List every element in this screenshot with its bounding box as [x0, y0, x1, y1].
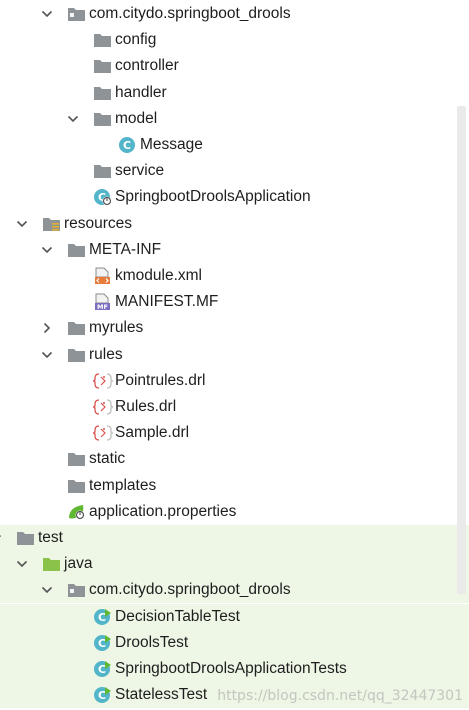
- manifest-file-icon: MF: [93, 289, 113, 315]
- tree-node-label: test: [38, 529, 63, 546]
- tree-node-label: application.properties: [89, 502, 237, 520]
- tree-node-kmodule-xml[interactable]: kmodule.xml: [0, 263, 469, 289]
- tree-node-label: StatelessTest: [115, 686, 208, 704]
- tree-node-label: MANIFEST.MF: [115, 293, 219, 311]
- test-class-icon: C: [93, 604, 113, 630]
- folder-icon: [93, 80, 113, 106]
- svg-text:C: C: [98, 637, 106, 650]
- tree-node-label: com.citydo.springboot_drools: [89, 5, 291, 22]
- tree-node-com-citydo-springboot-drools[interactable]: com.citydo.springboot_drools: [0, 577, 469, 604]
- chevron-down-icon[interactable]: [16, 211, 30, 237]
- chevron-down-icon[interactable]: [67, 106, 81, 132]
- tree-node-label: handler: [115, 83, 167, 101]
- tree-node-manifest-mf[interactable]: MF MANIFEST.MF: [0, 289, 469, 315]
- tree-node-rules-drl[interactable]: Rules.drl: [0, 394, 469, 420]
- tree-node-label: SpringbootDroolsApplication: [115, 188, 311, 206]
- tree-node-label: myrules: [89, 319, 144, 337]
- test-class-icon: C: [93, 656, 113, 682]
- folder-icon: [67, 446, 87, 472]
- svg-text:MF: MF: [97, 303, 108, 311]
- drl-file-icon: [93, 394, 113, 420]
- tree-node-label: DroolsTest: [115, 633, 189, 651]
- tree-node-label: META-INF: [89, 240, 162, 258]
- tree-node-static[interactable]: static: [0, 446, 469, 472]
- folder-icon: [67, 342, 87, 368]
- folder-icon: [93, 106, 113, 132]
- tree-node-label: Rules.drl: [115, 398, 177, 415]
- tree-node-sample-drl[interactable]: Sample.drl: [0, 420, 469, 446]
- test-source-folder-icon: [42, 551, 62, 577]
- tree-node-label: controller: [115, 57, 179, 75]
- tree-node-myrules[interactable]: myrules: [0, 315, 469, 341]
- tree-node-label: java: [64, 555, 93, 573]
- tree-node-label: service: [115, 162, 165, 180]
- tree-node-config[interactable]: config: [0, 27, 469, 53]
- tree-node-model[interactable]: model: [0, 106, 469, 132]
- tree-node-label: static: [89, 450, 126, 468]
- tree-node-application-properties[interactable]: application.properties: [0, 499, 469, 525]
- project-tree: com.citydo.springboot_drools config contro…: [0, 0, 469, 710]
- tree-node-label: model: [115, 109, 158, 127]
- svg-text:C: C: [98, 689, 106, 702]
- tree-node-com-citydo-springboot-drools[interactable]: com.citydo.springboot_drools: [0, 1, 469, 27]
- chevron-down-icon[interactable]: [41, 577, 55, 603]
- class-icon: C: [118, 132, 138, 158]
- test-class-icon: C: [93, 630, 113, 656]
- tree-node-label: config: [115, 31, 157, 49]
- chevron-down-icon[interactable]: [41, 237, 55, 263]
- tree-node-label: kmodule.xml: [115, 267, 202, 284]
- tree-node-controller[interactable]: controller: [0, 53, 469, 79]
- svg-text:C: C: [98, 663, 106, 676]
- chevron-down-icon[interactable]: [41, 342, 55, 368]
- vertical-scrollbar[interactable]: [457, 106, 466, 594]
- tree-node-springbootdroolsapplication[interactable]: C SpringbootDroolsApplication: [0, 184, 469, 210]
- folder-icon: [67, 315, 87, 341]
- chevron-right-icon[interactable]: [41, 315, 55, 341]
- spring-properties-icon: [67, 499, 87, 525]
- svg-text:C: C: [123, 139, 131, 152]
- tree-node-handler[interactable]: handler: [0, 80, 469, 106]
- folder-icon: [93, 158, 113, 184]
- tree-node-label: DecisionTableTest: [115, 607, 240, 625]
- package-icon: [67, 577, 87, 603]
- spring-boot-class-icon: C: [93, 184, 113, 210]
- watermark: https://blog.csdn.net/qq_32447301: [217, 688, 463, 704]
- folder-icon: [93, 27, 113, 53]
- tree-node-meta-inf[interactable]: META-INF: [0, 237, 469, 263]
- folder-icon: [93, 53, 113, 79]
- tree-node-pointrules-drl[interactable]: Pointrules.drl: [0, 368, 469, 394]
- tree-node-springbootdroolsapplicationtests[interactable]: C SpringbootDroolsApplicationTests: [0, 656, 469, 682]
- folder-icon: [16, 525, 36, 551]
- tree-node-label: Pointrules.drl: [115, 371, 206, 389]
- tree-node-java[interactable]: java: [0, 551, 469, 578]
- drl-file-icon: [93, 368, 113, 394]
- tree-node-templates[interactable]: templates: [0, 473, 469, 499]
- tree-node-label: com.citydo.springboot_drools: [89, 581, 291, 599]
- xml-file-icon: [93, 263, 113, 289]
- tree-node-label: rules: [89, 345, 123, 363]
- resources-folder-icon: [42, 211, 62, 237]
- tree-node-decisiontabletest[interactable]: C DecisionTableTest: [0, 603, 469, 630]
- tree-node-label: Message: [140, 136, 203, 153]
- folder-icon: [67, 473, 87, 499]
- chevron-down-icon[interactable]: [0, 525, 4, 551]
- tree-node-label: Sample.drl: [115, 424, 190, 442]
- folder-icon: [67, 237, 87, 263]
- tree-node-resources[interactable]: resources: [0, 211, 469, 237]
- tree-node-rules[interactable]: rules: [0, 342, 469, 368]
- test-class-icon: C: [93, 682, 113, 708]
- chevron-down-icon[interactable]: [41, 1, 55, 27]
- tree-node-label: SpringbootDroolsApplicationTests: [115, 660, 347, 677]
- chevron-down-icon[interactable]: [16, 551, 30, 577]
- svg-text:C: C: [98, 611, 106, 624]
- package-icon: [67, 1, 87, 27]
- tree-node-message[interactable]: C Message: [0, 132, 469, 158]
- tree-node-service[interactable]: service: [0, 158, 469, 184]
- tree-node-label: resources: [64, 214, 133, 232]
- tree-node-test[interactable]: test: [0, 525, 469, 551]
- tree-node-droolstest[interactable]: C DroolsTest: [0, 629, 469, 656]
- drl-file-icon: [93, 420, 113, 446]
- tree-node-label: templates: [89, 476, 157, 494]
